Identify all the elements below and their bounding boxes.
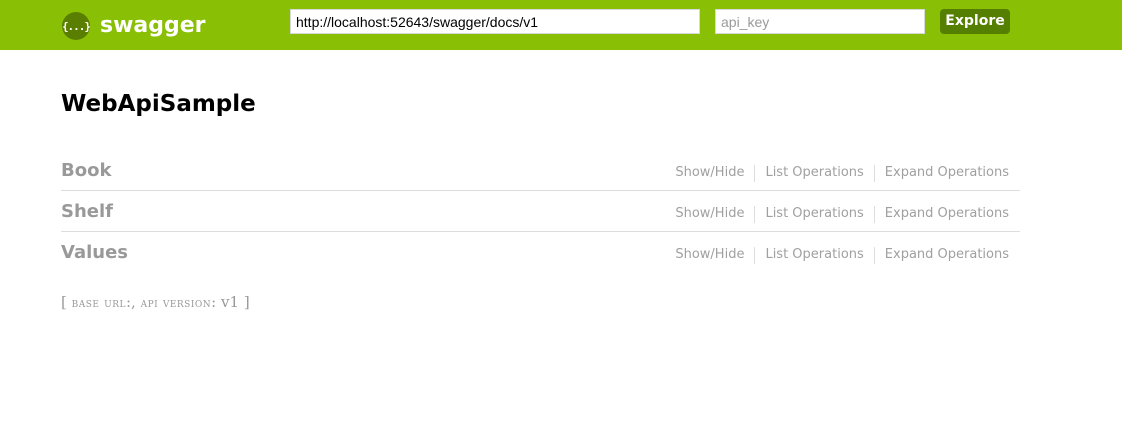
- list-operations-link[interactable]: List Operations: [765, 246, 863, 264]
- api-key-input[interactable]: [715, 9, 925, 34]
- resource-operations: Show/Hide List Operations Expand Operati…: [675, 205, 1009, 223]
- api-version-label: api version: [140, 296, 212, 311]
- expand-operations-link[interactable]: Expand Operations: [885, 164, 1009, 182]
- resource-operations: Show/Hide List Operations Expand Operati…: [675, 164, 1009, 182]
- explore-button[interactable]: Explore: [940, 9, 1010, 34]
- resource-operations: Show/Hide List Operations Expand Operati…: [675, 246, 1009, 264]
- resource-name-link[interactable]: Shelf: [61, 200, 113, 224]
- api-version-value: v1: [221, 293, 240, 311]
- expand-operations-link[interactable]: Expand Operations: [885, 246, 1009, 264]
- resource-name-link[interactable]: Book: [61, 159, 111, 183]
- resource-book: Book Show/Hide List Operations Expand Op…: [61, 150, 1020, 191]
- separator: [754, 164, 756, 182]
- list-operations-link[interactable]: List Operations: [765, 205, 863, 223]
- logo-text: swagger: [100, 13, 206, 38]
- close-bracket: ]: [243, 293, 250, 311]
- resource-name-link[interactable]: Values: [61, 241, 128, 265]
- api-title: WebApiSample: [61, 91, 256, 117]
- base-url-label: base url: [71, 296, 126, 311]
- list-operations-link[interactable]: List Operations: [765, 164, 863, 182]
- header-bar: {...} swagger Explore: [0, 0, 1122, 50]
- separator: [873, 246, 875, 264]
- show-hide-link[interactable]: Show/Hide: [675, 205, 744, 223]
- api-version-separator: :: [211, 293, 217, 311]
- resource-shelf: Shelf Show/Hide List Operations Expand O…: [61, 191, 1020, 232]
- expand-operations-link[interactable]: Expand Operations: [885, 205, 1009, 223]
- resource-list: Book Show/Hide List Operations Expand Op…: [61, 150, 1020, 273]
- open-bracket: [: [61, 293, 67, 311]
- resource-values: Values Show/Hide List Operations Expand …: [61, 232, 1020, 273]
- show-hide-link[interactable]: Show/Hide: [675, 164, 744, 182]
- comma: ,: [131, 293, 136, 311]
- separator: [754, 246, 756, 264]
- swagger-logo-icon: {...}: [62, 12, 91, 40]
- swagger-logo-link[interactable]: {...} swagger: [62, 12, 206, 40]
- show-hide-link[interactable]: Show/Hide: [675, 246, 744, 264]
- api-url-input[interactable]: [290, 9, 700, 34]
- separator: [873, 164, 875, 182]
- separator: [873, 205, 875, 223]
- api-info-footer: [ base url:, api version: v1 ]: [61, 292, 250, 314]
- separator: [754, 205, 756, 223]
